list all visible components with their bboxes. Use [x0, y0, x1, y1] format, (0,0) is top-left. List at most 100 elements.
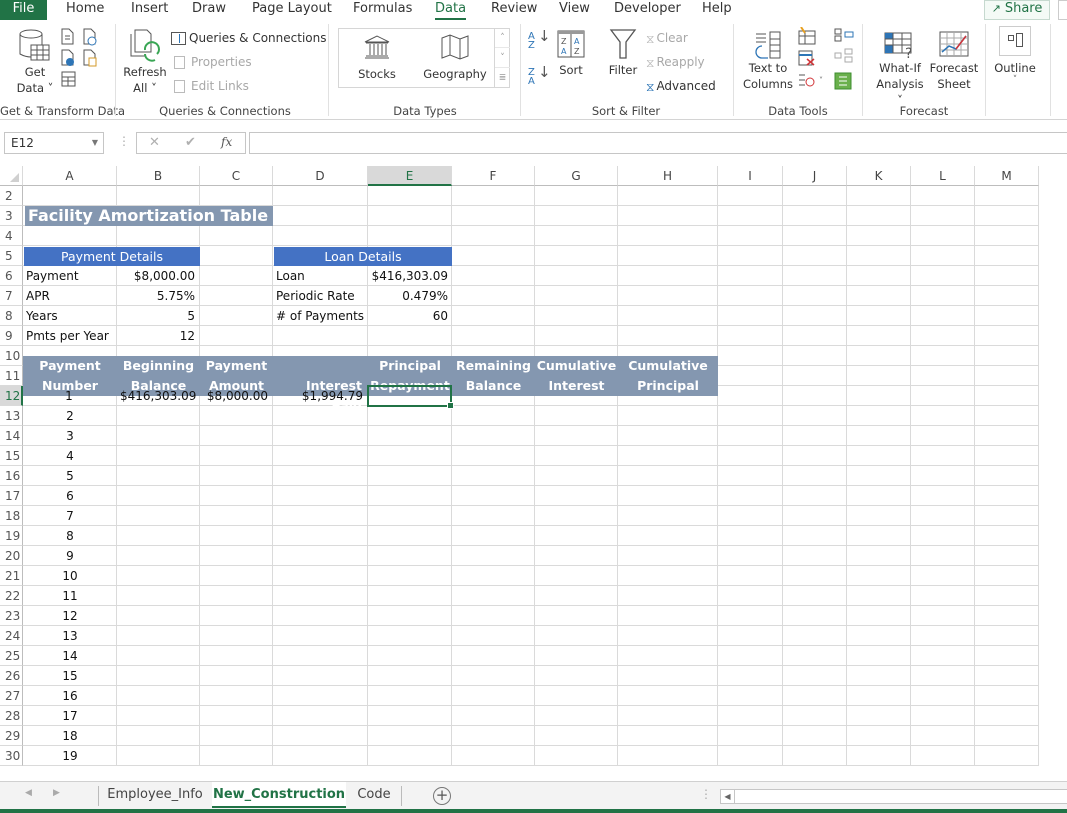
cell-m21[interactable] — [975, 566, 1039, 586]
cell-i11[interactable] — [718, 366, 783, 386]
cell-l11[interactable] — [911, 366, 975, 386]
cell-j29[interactable] — [783, 726, 847, 746]
cell-f3[interactable] — [452, 206, 535, 226]
reapply-button[interactable]: ⧖ Reapply — [646, 53, 705, 72]
cell-g3[interactable] — [535, 206, 618, 226]
cell-m9[interactable] — [975, 326, 1039, 346]
stocks-button[interactable]: Stocks — [352, 34, 402, 82]
sheet-tab-code[interactable]: Code — [348, 782, 400, 808]
cell-k26[interactable] — [847, 666, 911, 686]
cell-f21[interactable] — [452, 566, 535, 586]
cell-i22[interactable] — [718, 586, 783, 606]
cell-h4[interactable] — [618, 226, 718, 246]
cell-k19[interactable] — [847, 526, 911, 546]
cell-b30[interactable] — [117, 746, 200, 766]
cell-k16[interactable] — [847, 466, 911, 486]
row-header-25[interactable]: 25 — [0, 646, 23, 666]
loan-detail-value[interactable]: 60 — [368, 306, 452, 326]
payment-number-cell[interactable]: 4 — [23, 446, 117, 466]
cell-f19[interactable] — [452, 526, 535, 546]
payment-detail-value[interactable]: 5.75% — [117, 286, 200, 306]
cell-b20[interactable] — [117, 546, 200, 566]
cell-h22[interactable] — [618, 586, 718, 606]
cell-k7[interactable] — [847, 286, 911, 306]
row-header-13[interactable]: 13 — [0, 406, 23, 426]
cell-h15[interactable] — [618, 446, 718, 466]
cell-k12[interactable] — [847, 386, 911, 406]
tab-help[interactable]: Help — [700, 0, 734, 20]
cell-b25[interactable] — [117, 646, 200, 666]
cell-k20[interactable] — [847, 546, 911, 566]
cell-g28[interactable] — [535, 706, 618, 726]
cell-l23[interactable] — [911, 606, 975, 626]
cell-c16[interactable] — [200, 466, 273, 486]
cell-e19[interactable] — [368, 526, 452, 546]
cell-f5[interactable] — [452, 246, 535, 266]
name-box[interactable]: E12 ▼ — [4, 132, 104, 154]
text-to-columns-button[interactable]: Text to Columns — [741, 30, 795, 92]
cell-c23[interactable] — [200, 606, 273, 626]
column-header-d[interactable]: D — [273, 166, 368, 186]
cell-l6[interactable] — [911, 266, 975, 286]
edit-links-button[interactable]: Edit Links — [174, 77, 249, 95]
column-header-c[interactable]: C — [200, 166, 273, 186]
cell-i3[interactable] — [718, 206, 783, 226]
cell-e16[interactable] — [368, 466, 452, 486]
cell-j30[interactable] — [783, 746, 847, 766]
cell-h5[interactable] — [618, 246, 718, 266]
cell-j6[interactable] — [783, 266, 847, 286]
column-header-b[interactable]: B — [117, 166, 200, 186]
cell-j10[interactable] — [783, 346, 847, 366]
cell-g23[interactable] — [535, 606, 618, 626]
cell-h27[interactable] — [618, 686, 718, 706]
cell-k3[interactable] — [847, 206, 911, 226]
payment-number-cell[interactable]: 2 — [23, 406, 117, 426]
cell-j15[interactable] — [783, 446, 847, 466]
cell-j18[interactable] — [783, 506, 847, 526]
next-sheet-icon[interactable]: ▶ — [53, 788, 60, 798]
row-header-16[interactable]: 16 — [0, 466, 23, 486]
column-header-k[interactable]: K — [847, 166, 911, 186]
cell-m6[interactable] — [975, 266, 1039, 286]
cell-a4[interactable] — [23, 226, 117, 246]
cell-c15[interactable] — [200, 446, 273, 466]
cell-j24[interactable] — [783, 626, 847, 646]
cell-g20[interactable] — [535, 546, 618, 566]
cell-j25[interactable] — [783, 646, 847, 666]
column-header-i[interactable]: I — [718, 166, 783, 186]
column-header-e[interactable]: E — [368, 166, 452, 186]
cell-h16[interactable] — [618, 466, 718, 486]
cell-f25[interactable] — [452, 646, 535, 666]
cell-i6[interactable] — [718, 266, 783, 286]
cell-k9[interactable] — [847, 326, 911, 346]
share-button[interactable]: ↗ Share — [984, 0, 1050, 20]
cell-m25[interactable] — [975, 646, 1039, 666]
cell-b18[interactable] — [117, 506, 200, 526]
cell-e26[interactable] — [368, 666, 452, 686]
column-header-h[interactable]: H — [618, 166, 718, 186]
cell-g8[interactable] — [535, 306, 618, 326]
cancel-icon[interactable]: ✕ — [149, 135, 160, 150]
cell-e14[interactable] — [368, 426, 452, 446]
cell-h30[interactable] — [618, 746, 718, 766]
cell-k14[interactable] — [847, 426, 911, 446]
cell-b2[interactable] — [117, 186, 200, 206]
cell-c26[interactable] — [200, 666, 273, 686]
cell-g27[interactable] — [535, 686, 618, 706]
cell-b24[interactable] — [117, 626, 200, 646]
cell-l21[interactable] — [911, 566, 975, 586]
cell-g15[interactable] — [535, 446, 618, 466]
cell-f14[interactable] — [452, 426, 535, 446]
payment-number-cell[interactable]: 9 — [23, 546, 117, 566]
sheet-tab-employee-info[interactable]: Employee_Info — [100, 782, 210, 808]
cell-h2[interactable] — [618, 186, 718, 206]
cell-f4[interactable] — [452, 226, 535, 246]
row-header-5[interactable]: 5 — [0, 246, 23, 266]
cell-l8[interactable] — [911, 306, 975, 326]
cell-m5[interactable] — [975, 246, 1039, 266]
row-header-8[interactable]: 8 — [0, 306, 23, 326]
cell-m13[interactable] — [975, 406, 1039, 426]
tab-draw[interactable]: Draw — [190, 0, 228, 20]
cell-g14[interactable] — [535, 426, 618, 446]
cell-e9[interactable] — [368, 326, 452, 346]
